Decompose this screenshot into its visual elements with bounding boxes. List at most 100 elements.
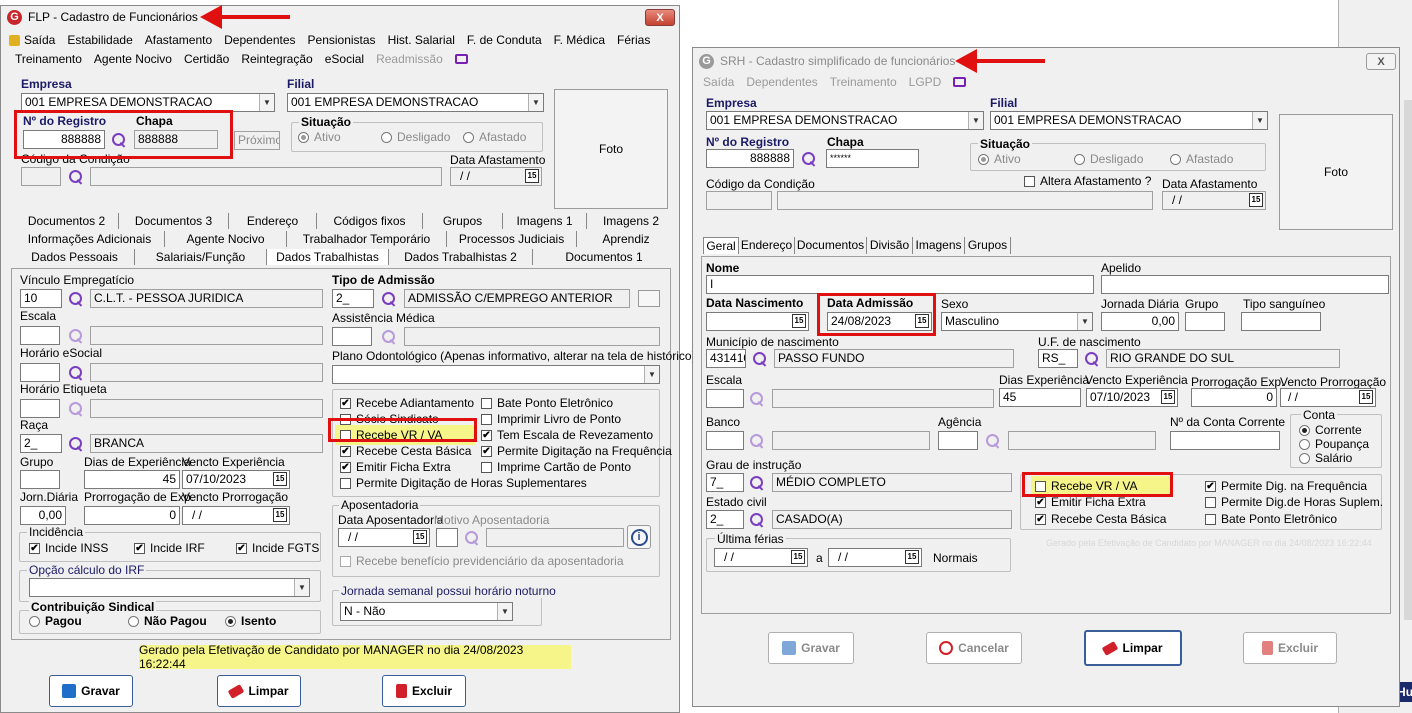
- tab-documentos-2[interactable]: Documentos 2: [15, 213, 119, 229]
- srh-apelido-input[interactable]: [1101, 275, 1389, 294]
- flp-permite-horas-supl[interactable]: Permite Digitação de Horas Suplementares: [340, 476, 587, 490]
- menu-ferias[interactable]: Férias: [617, 33, 650, 47]
- flp-bate-ponto[interactable]: Bate Ponto Eletrônico: [481, 396, 613, 410]
- menu-f-conduta[interactable]: F. de Conduta: [467, 33, 542, 47]
- flp-escala-input[interactable]: [20, 326, 60, 345]
- search-icon[interactable]: [749, 512, 765, 528]
- flp-contrib-nao-pagou[interactable]: Não Pagou: [128, 614, 207, 628]
- chevron-down-icon[interactable]: ▼: [528, 94, 543, 111]
- srh-chapa-input[interactable]: ******: [826, 149, 919, 168]
- srh-sexo-select[interactable]: Masculino ▼: [941, 312, 1093, 331]
- search-icon[interactable]: [801, 151, 817, 167]
- search-icon[interactable]: [381, 291, 397, 307]
- calendar-icon[interactable]: 15: [1249, 193, 1263, 207]
- srh-recebe-cesta[interactable]: ✔ Recebe Cesta Básica: [1035, 512, 1166, 526]
- tab-trabalhador-temporario[interactable]: Trabalhador Temporário: [287, 231, 447, 247]
- chevron-down-icon[interactable]: ▼: [497, 603, 512, 620]
- tab-documentos-3[interactable]: Documentos 3: [119, 213, 229, 229]
- info-icon[interactable]: i: [627, 525, 651, 549]
- search-icon[interactable]: [985, 433, 1001, 449]
- srh-jornada-input[interactable]: 0,00: [1101, 312, 1179, 331]
- flp-emitir-ficha[interactable]: ✔ Emitir Ficha Extra: [340, 460, 451, 474]
- calendar-icon[interactable]: 15: [905, 550, 919, 564]
- search-icon[interactable]: [68, 169, 84, 185]
- flp-data-afastamento-input[interactable]: / / 15: [450, 167, 542, 186]
- flp-permite-frequencia[interactable]: ✔ Permite Digitação na Frequência: [481, 444, 672, 458]
- flp-vinculo-code[interactable]: 10: [20, 289, 62, 308]
- card-icon[interactable]: [638, 290, 660, 307]
- flp-tipo-admissao-code[interactable]: 2_: [332, 289, 374, 308]
- flp-situacao-desligado[interactable]: Desligado: [381, 130, 450, 144]
- flp-jorn-input[interactable]: 0,00: [20, 506, 66, 525]
- srh-altera-afast[interactable]: Altera Afastamento ?: [1024, 174, 1151, 188]
- srh-uf-code[interactable]: RS_: [1038, 349, 1078, 368]
- srh-limpar-button[interactable]: Limpar: [1084, 630, 1182, 666]
- srh-codigo-condicao-input[interactable]: [706, 191, 772, 210]
- flp-horario-esocial-input[interactable]: [20, 363, 60, 382]
- search-icon[interactable]: [1084, 351, 1100, 367]
- flp-close-button[interactable]: X: [645, 9, 675, 26]
- calendar-icon[interactable]: 15: [1359, 390, 1373, 404]
- srh-permite-horas-supl[interactable]: Permite Dig.de Horas Suplem.: [1205, 495, 1383, 509]
- tab-imagens-2[interactable]: Imagens 2: [587, 213, 675, 229]
- srh-tab-imagens[interactable]: Imagens: [913, 237, 965, 254]
- search-icon[interactable]: [68, 365, 84, 381]
- flp-grupo-input[interactable]: [20, 470, 60, 489]
- menu-readmissao[interactable]: Readmissão: [376, 52, 443, 66]
- search-icon[interactable]: [68, 436, 84, 452]
- tab-imagens-1[interactable]: Imagens 1: [503, 213, 587, 229]
- srh-permite-frequencia[interactable]: ✔ Permite Dig. na Frequência: [1205, 479, 1367, 493]
- flp-imprime-cartao[interactable]: Imprime Cartão de Ponto: [481, 460, 631, 474]
- srh-prorrog-input[interactable]: 0: [1191, 388, 1277, 407]
- menu-treinamento[interactable]: Treinamento: [15, 52, 82, 66]
- flp-raca-code[interactable]: 2_: [20, 434, 62, 453]
- flp-situacao-afastado[interactable]: Afastado: [463, 130, 526, 144]
- tab-endereco[interactable]: Endereço: [229, 213, 317, 229]
- srh-cancelar-button[interactable]: Cancelar: [926, 632, 1022, 664]
- calendar-icon[interactable]: 15: [273, 472, 287, 486]
- srh-data-nasc-input[interactable]: 15: [706, 312, 809, 331]
- srh-tab-divisao[interactable]: Divisão: [867, 237, 913, 254]
- flp-vencto-exp-input[interactable]: 07/10/2023 15: [182, 470, 290, 489]
- calendar-icon[interactable]: 15: [791, 550, 805, 564]
- flp-jornada-select[interactable]: N - Não ▼: [340, 602, 513, 621]
- srh-registro-input[interactable]: 888888: [706, 149, 794, 168]
- chevron-down-icon[interactable]: ▼: [294, 579, 309, 596]
- flp-codigo-condicao-input[interactable]: [21, 167, 61, 186]
- srh-photo-frame[interactable]: Foto: [1279, 114, 1393, 230]
- tab-documentos-1[interactable]: Documentos 1: [533, 249, 675, 265]
- srh-vencto-prorrog-input[interactable]: / / 15: [1280, 388, 1376, 407]
- menu-f-medica[interactable]: F. Médica: [554, 33, 605, 47]
- flp-filial-select[interactable]: 001 EMPRESA DEMONSTRACAO ▼: [287, 93, 544, 112]
- flp-incide-fgts[interactable]: ✔ Incide FGTS: [236, 541, 319, 555]
- search-icon[interactable]: [68, 291, 84, 307]
- flp-plano-select[interactable]: ▼: [332, 365, 660, 384]
- search-icon[interactable]: [749, 433, 765, 449]
- srh-banco-input[interactable]: [706, 431, 744, 450]
- flp-tem-escala[interactable]: ✔ Tem Escala de Revezamento: [481, 428, 653, 442]
- tab-processos-judiciais[interactable]: Processos Judiciais: [447, 231, 577, 247]
- menu-certidao[interactable]: Certidão: [184, 52, 229, 66]
- srh-situacao-desligado[interactable]: Desligado: [1074, 152, 1143, 166]
- flp-dias-exp-input[interactable]: 45: [84, 470, 180, 489]
- flp-horario-etiqueta-input[interactable]: [20, 399, 60, 418]
- menu-afastamento[interactable]: Afastamento: [145, 33, 212, 47]
- tab-grupos[interactable]: Grupos: [423, 213, 503, 229]
- srh-tipo-sang-input[interactable]: [1241, 312, 1321, 331]
- chevron-down-icon[interactable]: ▼: [1077, 313, 1092, 330]
- search-icon[interactable]: [381, 329, 397, 345]
- srh-nome-input[interactable]: I: [706, 275, 1094, 294]
- srh-bate-ponto[interactable]: Bate Ponto Eletrônico: [1205, 512, 1337, 526]
- flp-situacao-ativo[interactable]: Ativo: [298, 130, 341, 144]
- flp-motivo-apos-code[interactable]: [436, 528, 458, 547]
- srh-tab-geral[interactable]: Geral: [703, 237, 739, 254]
- search-icon[interactable]: [749, 475, 765, 491]
- flp-photo-frame[interactable]: Foto: [554, 89, 668, 209]
- srh-escala-input[interactable]: [706, 389, 744, 408]
- search-icon[interactable]: [752, 351, 768, 367]
- srh-agencia-input[interactable]: [938, 431, 978, 450]
- srh-tab-grupos[interactable]: Grupos: [965, 237, 1011, 254]
- flp-incide-irf[interactable]: ✔ Incide IRF: [134, 541, 205, 555]
- chevron-down-icon[interactable]: ▼: [259, 94, 274, 111]
- srh-conta-corrente[interactable]: Corrente: [1299, 423, 1362, 437]
